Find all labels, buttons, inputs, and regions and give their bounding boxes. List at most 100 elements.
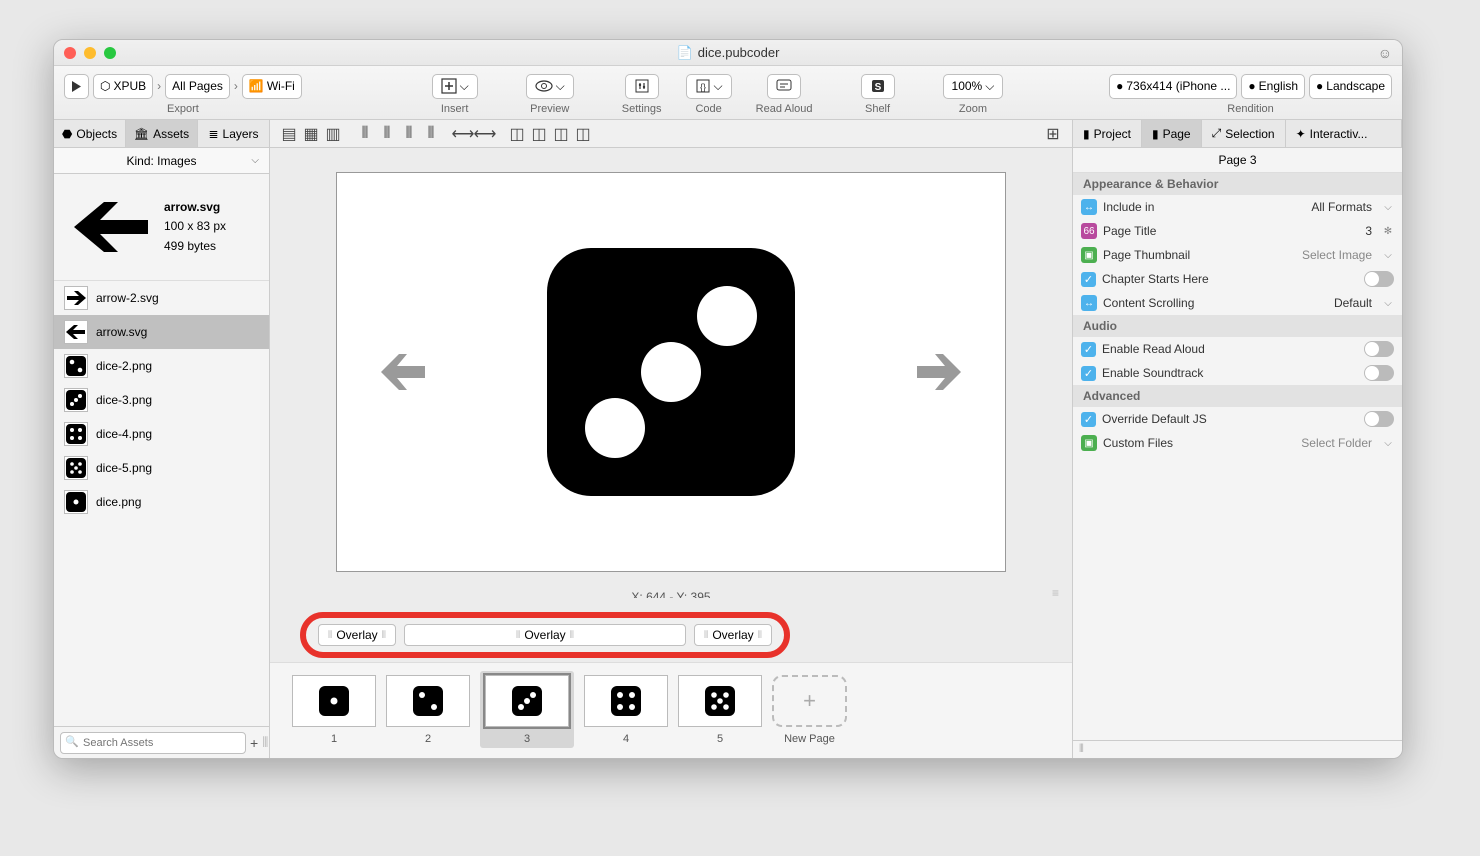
- canvas[interactable]: [336, 172, 1006, 572]
- panel-toggle[interactable]: ⦀: [262, 734, 268, 751]
- toolbar: ⬡ XPUB › All Pages › 📶 Wi-Fi Export ⌵ In…: [54, 66, 1402, 120]
- toggle-icon: [1364, 341, 1394, 357]
- distribute-icon[interactable]: ⫴: [400, 125, 418, 143]
- arrange-icon[interactable]: ◫: [552, 125, 570, 143]
- asset-size: 499 bytes: [164, 237, 226, 256]
- drag-handle-icon[interactable]: ≡: [1052, 586, 1058, 600]
- device-button[interactable]: ● 736x414 (iPhone ...: [1109, 74, 1237, 99]
- titlebar: 📄 dice.pubcoder ☺: [54, 40, 1402, 66]
- distribute-icon[interactable]: ⫴: [378, 125, 396, 143]
- svg-text:S: S: [874, 82, 881, 93]
- left-tabs: ⬣ Objects 🏛 Assets ≣ Layers: [54, 120, 269, 148]
- align-right-icon[interactable]: ▥: [324, 125, 342, 143]
- tab-project[interactable]: ▮ Project: [1073, 120, 1142, 147]
- list-item[interactable]: dice-4.png: [54, 417, 269, 451]
- prop-custom-files[interactable]: ▣Custom FilesSelect Folder⌵: [1073, 431, 1402, 455]
- center-area: ▤ ▦ ▥ ⫴ ⫴ ⫴ ⫴ ⟷ ⟷ ◫ ◫ ◫ ◫: [270, 120, 1072, 758]
- svg-text:{}: {}: [700, 82, 706, 92]
- kind-selector[interactable]: Kind: Images: [54, 148, 269, 174]
- grid-icon[interactable]: ⊞: [1044, 125, 1062, 143]
- readaloud-button[interactable]: [767, 74, 801, 99]
- zoom-button[interactable]: 100% ⌵: [943, 74, 1004, 99]
- tab-interactivity[interactable]: ✦ Interactiv...: [1286, 120, 1402, 147]
- next-arrow-icon[interactable]: [915, 352, 963, 392]
- left-panel: ⬣ Objects 🏛 Assets ≣ Layers Kind: Images…: [54, 120, 270, 758]
- play-button[interactable]: [64, 74, 89, 99]
- overlay-pill[interactable]: ⦀Overlay⦀: [694, 624, 772, 646]
- distribute-icon[interactable]: ⫴: [422, 125, 440, 143]
- settings-button[interactable]: [625, 74, 659, 99]
- list-item[interactable]: dice-2.png: [54, 349, 269, 383]
- prop-page-title[interactable]: 66Page Title3✻: [1073, 219, 1402, 243]
- code-button[interactable]: {} ⌵: [686, 74, 732, 99]
- spacing-icon[interactable]: ⟷: [454, 125, 472, 143]
- tab-selection[interactable]: ⤢ Selection: [1202, 120, 1286, 147]
- page-thumb-2[interactable]: [386, 675, 470, 727]
- prop-chapter-starts[interactable]: ✓Chapter Starts Here: [1073, 267, 1402, 291]
- prev-arrow-icon[interactable]: [379, 352, 427, 392]
- tab-objects[interactable]: ⬣ Objects: [54, 120, 126, 147]
- preview-button[interactable]: ⌵: [526, 74, 574, 99]
- list-item[interactable]: dice.png: [54, 485, 269, 519]
- prop-include-in[interactable]: ↔Include inAll Formats⌵: [1073, 195, 1402, 219]
- section-advanced: Advanced: [1073, 385, 1402, 407]
- distribute-icon[interactable]: ⫴: [356, 125, 374, 143]
- page-thumb-1[interactable]: [292, 675, 376, 727]
- toggle-icon: [1364, 271, 1394, 287]
- new-page-button[interactable]: +: [772, 675, 847, 727]
- list-item[interactable]: arrow-2.svg: [54, 281, 269, 315]
- right-panel: ▮ Project ▮ Page ⤢ Selection ✦ Interacti…: [1072, 120, 1402, 758]
- section-audio: Audio: [1073, 315, 1402, 337]
- coords-label: X: 644 - Y: 395≡: [270, 584, 1072, 604]
- prop-soundtrack[interactable]: ✓Enable Soundtrack: [1073, 361, 1402, 385]
- spacing-icon[interactable]: ⟷: [476, 125, 494, 143]
- prop-content-scrolling[interactable]: ↔Content ScrollingDefault⌵: [1073, 291, 1402, 315]
- overlay-pill[interactable]: ⦀Overlay⦀: [404, 624, 686, 646]
- insert-button[interactable]: ⌵: [432, 74, 478, 99]
- arrange-icon[interactable]: ◫: [508, 125, 526, 143]
- asset-list: arrow-2.svg arrow.svg dice-2.png dice-3.…: [54, 281, 269, 726]
- list-item[interactable]: dice-3.png: [54, 383, 269, 417]
- window-title: 📄 dice.pubcoder: [54, 45, 1402, 61]
- page-label: Page 3: [1073, 148, 1402, 173]
- main-row: ⬣ Objects 🏛 Assets ≣ Layers Kind: Images…: [54, 120, 1402, 758]
- align-left-icon[interactable]: ▤: [280, 125, 298, 143]
- toggle-icon: [1364, 411, 1394, 427]
- allpages-button[interactable]: All Pages: [165, 74, 230, 99]
- toggle-icon: [1364, 365, 1394, 381]
- section-appearance: Appearance & Behavior: [1073, 173, 1402, 195]
- xpub-button[interactable]: ⬡ XPUB: [93, 74, 153, 99]
- lang-button[interactable]: ● English: [1241, 74, 1305, 99]
- arrange-icon[interactable]: ◫: [574, 125, 592, 143]
- asset-dims: 100 x 83 px: [164, 217, 226, 236]
- page-thumb-4[interactable]: [584, 675, 668, 727]
- canvas-wrap: [270, 148, 1072, 584]
- prop-override-js[interactable]: ✓Override Default JS: [1073, 407, 1402, 431]
- arrange-icon[interactable]: ◫: [530, 125, 548, 143]
- export-label: Export: [167, 103, 199, 115]
- prop-read-aloud[interactable]: ✓Enable Read Aloud: [1073, 337, 1402, 361]
- add-asset-button[interactable]: +: [250, 735, 258, 751]
- shelf-button[interactable]: S: [861, 74, 895, 99]
- overlay-pill[interactable]: ⦀Overlay⦀: [318, 624, 396, 646]
- smile-icon[interactable]: ☺: [1378, 45, 1392, 61]
- arrow-preview-icon: [70, 194, 150, 260]
- right-footer: ⦀: [1073, 740, 1402, 758]
- overlay-highlight: ⦀Overlay⦀ ⦀Overlay⦀ ⦀Overlay⦀: [300, 612, 790, 658]
- align-center-icon[interactable]: ▦: [302, 125, 320, 143]
- doc-icon: 📄: [677, 45, 693, 61]
- page-thumb-5[interactable]: [678, 675, 762, 727]
- page-thumb-3[interactable]: [485, 675, 569, 727]
- list-item[interactable]: arrow.svg: [54, 315, 269, 349]
- prop-page-thumbnail[interactable]: ▣Page ThumbnailSelect Image⌵: [1073, 243, 1402, 267]
- app-window: 📄 dice.pubcoder ☺ ⬡ XPUB › All Pages › 📶…: [53, 39, 1403, 759]
- orient-button[interactable]: ● Landscape: [1309, 74, 1392, 99]
- tab-assets[interactable]: 🏛 Assets: [126, 120, 198, 147]
- list-item[interactable]: dice-5.png: [54, 451, 269, 485]
- wifi-button[interactable]: 📶 Wi-Fi: [242, 74, 302, 99]
- tab-page[interactable]: ▮ Page: [1142, 120, 1202, 147]
- tab-layers[interactable]: ≣ Layers: [198, 120, 269, 147]
- overlay-row: ⦀Overlay⦀ ⦀Overlay⦀ ⦀Overlay⦀: [270, 604, 1072, 662]
- dice-3-icon: [537, 238, 805, 506]
- search-input[interactable]: [60, 732, 246, 754]
